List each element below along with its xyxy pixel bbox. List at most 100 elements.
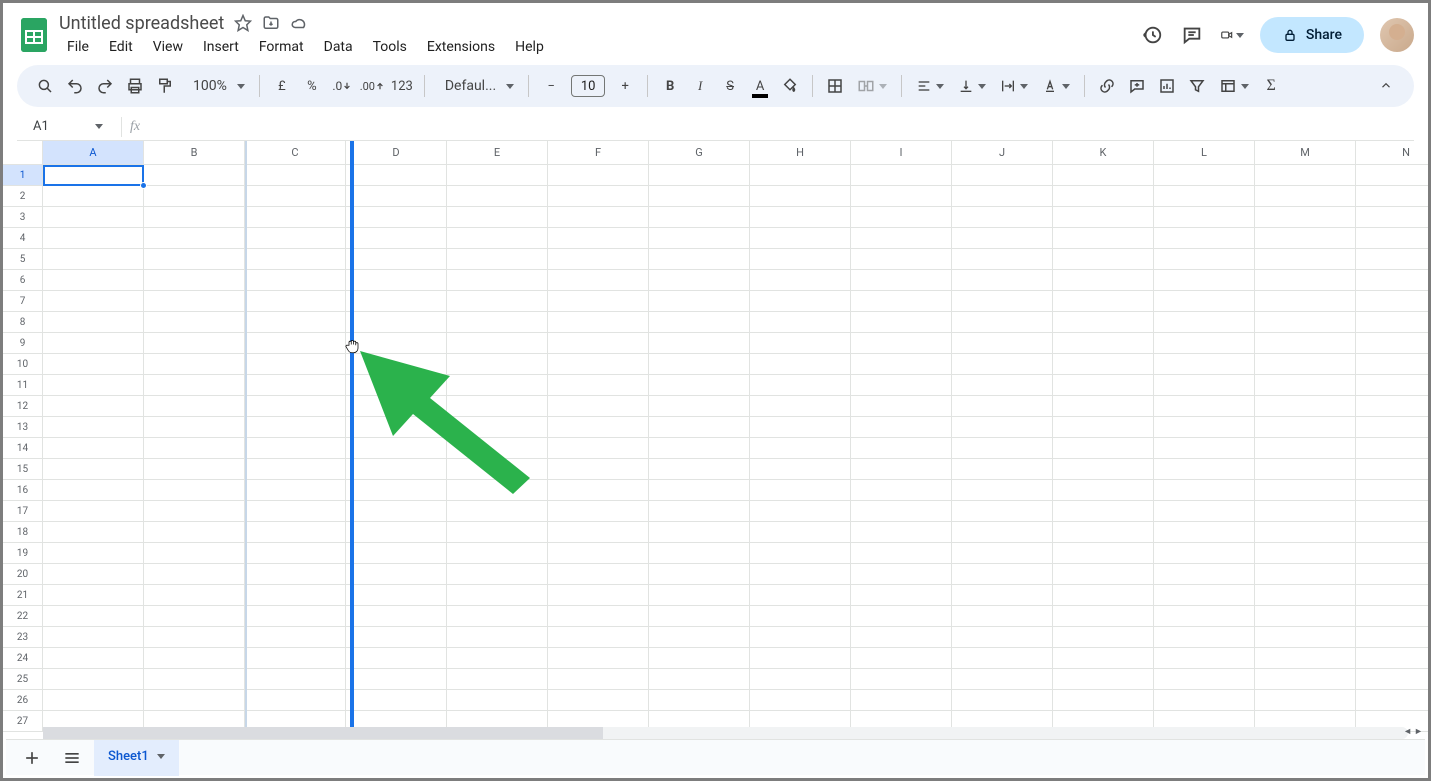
share-button[interactable]: Share xyxy=(1260,17,1364,53)
cell[interactable] xyxy=(447,501,548,522)
cell[interactable] xyxy=(952,606,1053,627)
row-header-17[interactable]: 17 xyxy=(3,501,43,522)
cell[interactable] xyxy=(1154,165,1255,186)
cell[interactable] xyxy=(1053,501,1154,522)
cell[interactable] xyxy=(548,375,649,396)
cell[interactable] xyxy=(1154,501,1255,522)
cell[interactable] xyxy=(43,543,144,564)
cell[interactable] xyxy=(245,669,346,690)
font-dropdown[interactable]: Defaul... xyxy=(433,78,520,94)
cell[interactable] xyxy=(447,480,548,501)
cell[interactable] xyxy=(952,249,1053,270)
cell[interactable] xyxy=(548,312,649,333)
cell[interactable] xyxy=(144,585,245,606)
cell[interactable] xyxy=(1255,627,1356,648)
cell[interactable] xyxy=(1255,606,1356,627)
cell[interactable] xyxy=(1053,543,1154,564)
cell[interactable] xyxy=(447,627,548,648)
cell[interactable] xyxy=(245,438,346,459)
cell[interactable] xyxy=(548,438,649,459)
cell[interactable] xyxy=(851,606,952,627)
cell[interactable] xyxy=(750,186,851,207)
borders-button[interactable] xyxy=(821,72,849,100)
cell[interactable] xyxy=(447,417,548,438)
cell[interactable] xyxy=(447,312,548,333)
cell[interactable] xyxy=(649,669,750,690)
cell[interactable] xyxy=(750,207,851,228)
cell[interactable] xyxy=(43,165,144,186)
cell[interactable] xyxy=(245,270,346,291)
cell[interactable] xyxy=(43,501,144,522)
cell[interactable] xyxy=(1053,186,1154,207)
cell[interactable] xyxy=(1356,480,1428,501)
cell[interactable] xyxy=(851,501,952,522)
row-header-11[interactable]: 11 xyxy=(3,375,43,396)
cell[interactable] xyxy=(649,690,750,711)
strikethrough-button[interactable]: S xyxy=(716,72,744,100)
row-header-6[interactable]: 6 xyxy=(3,270,43,291)
cell[interactable] xyxy=(447,396,548,417)
cell[interactable] xyxy=(144,165,245,186)
cell[interactable] xyxy=(245,354,346,375)
cell[interactable] xyxy=(851,375,952,396)
cell[interactable] xyxy=(750,270,851,291)
cell[interactable] xyxy=(346,249,447,270)
cell[interactable] xyxy=(43,669,144,690)
cell[interactable] xyxy=(851,228,952,249)
menu-insert[interactable]: Insert xyxy=(195,36,247,58)
menu-extensions[interactable]: Extensions xyxy=(419,36,503,58)
cell[interactable] xyxy=(447,228,548,249)
cell[interactable] xyxy=(1154,564,1255,585)
cell[interactable] xyxy=(1053,606,1154,627)
cell[interactable] xyxy=(346,270,447,291)
cell[interactable] xyxy=(43,312,144,333)
cell[interactable] xyxy=(952,627,1053,648)
cell[interactable] xyxy=(1356,543,1428,564)
cell[interactable] xyxy=(1255,207,1356,228)
cell[interactable] xyxy=(952,690,1053,711)
cell[interactable] xyxy=(144,669,245,690)
cell[interactable] xyxy=(750,417,851,438)
decrease-decimal-button[interactable]: .0 xyxy=(328,72,356,100)
cell[interactable] xyxy=(750,648,851,669)
cell[interactable] xyxy=(548,270,649,291)
cell[interactable] xyxy=(1154,228,1255,249)
row-header-5[interactable]: 5 xyxy=(3,249,43,270)
cell[interactable] xyxy=(1053,228,1154,249)
cell[interactable] xyxy=(649,585,750,606)
cell[interactable] xyxy=(750,312,851,333)
col-header-E[interactable]: E xyxy=(447,141,548,164)
cell[interactable] xyxy=(245,333,346,354)
cell[interactable] xyxy=(1053,396,1154,417)
cell[interactable] xyxy=(750,228,851,249)
all-sheets-button[interactable] xyxy=(54,740,90,776)
cell[interactable] xyxy=(1356,606,1428,627)
cell[interactable] xyxy=(144,186,245,207)
cell[interactable] xyxy=(245,585,346,606)
cell[interactable] xyxy=(952,165,1053,186)
cell[interactable] xyxy=(1154,522,1255,543)
row-header-15[interactable]: 15 xyxy=(3,459,43,480)
cell[interactable] xyxy=(1154,417,1255,438)
cell[interactable] xyxy=(851,417,952,438)
zoom-dropdown[interactable]: 100% xyxy=(181,78,251,94)
insert-link-button[interactable] xyxy=(1093,72,1121,100)
cell[interactable] xyxy=(548,228,649,249)
cell[interactable] xyxy=(851,459,952,480)
cell[interactable] xyxy=(1356,690,1428,711)
cell[interactable] xyxy=(952,459,1053,480)
cell[interactable] xyxy=(1053,438,1154,459)
cell[interactable] xyxy=(1356,375,1428,396)
cell[interactable] xyxy=(1154,207,1255,228)
cell[interactable] xyxy=(43,690,144,711)
cell[interactable] xyxy=(43,249,144,270)
comments-icon[interactable] xyxy=(1180,23,1204,47)
cell[interactable] xyxy=(346,312,447,333)
cell[interactable] xyxy=(1255,417,1356,438)
row-header-23[interactable]: 23 xyxy=(3,627,43,648)
move-folder-icon[interactable] xyxy=(262,14,280,32)
cell[interactable] xyxy=(144,417,245,438)
row-header-19[interactable]: 19 xyxy=(3,543,43,564)
formula-bar[interactable] xyxy=(148,113,1414,140)
menu-format[interactable]: Format xyxy=(251,36,312,58)
